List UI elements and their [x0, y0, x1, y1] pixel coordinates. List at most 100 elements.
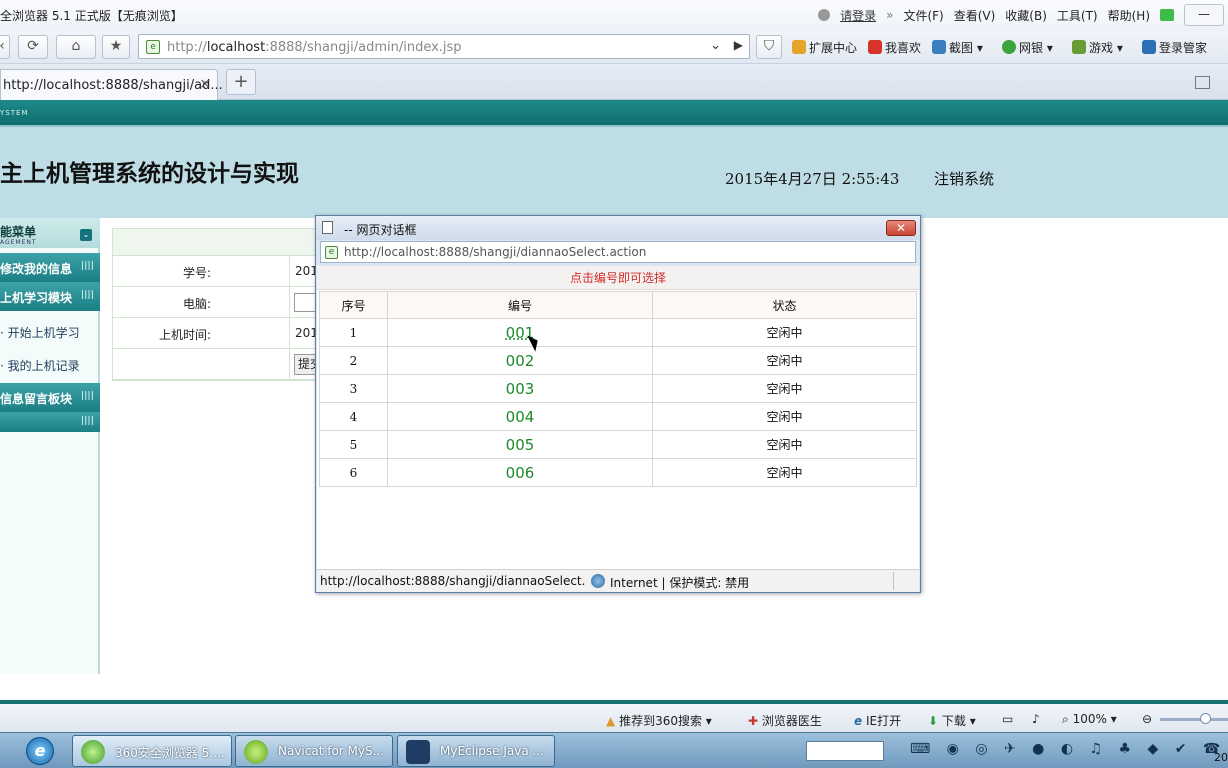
- navigation-bar: ‹ ⟳ ⌂ ★ e http://localhost:8888/shangji/…: [0, 30, 1228, 64]
- sidebar: 能菜单 AGEMENT ⌄ 修改我的信息 |||| 上机学习模块 |||| · …: [0, 218, 100, 674]
- favorite-star-button[interactable]: ★: [102, 35, 130, 59]
- zoom-slider[interactable]: [1160, 718, 1228, 721]
- sidebar-group-empty[interactable]: ||||: [0, 412, 100, 432]
- task-label: MyEclipse Java ...: [440, 744, 544, 758]
- ext-center-button[interactable]: 扩展中心: [792, 39, 857, 56]
- sidebar-group-label: 修改我的信息: [0, 262, 73, 276]
- sidebar-item-my-records[interactable]: · 我的上机记录: [0, 357, 80, 374]
- grip-icon: ||||: [80, 391, 94, 401]
- tab-close-icon[interactable]: ×: [199, 76, 211, 92]
- sidebar-subtitle: AGEMENT: [0, 239, 37, 246]
- computer-code-link[interactable]: 005: [387, 430, 653, 459]
- bank-icon: [1002, 40, 1016, 54]
- table-row: 5 005 空闲中: [319, 430, 917, 459]
- bank-button[interactable]: 网银 ▾: [1002, 39, 1053, 56]
- table-row: 1 001 空闲中: [319, 318, 917, 347]
- menu-view[interactable]: 查看(V): [954, 7, 996, 24]
- computer-code-link[interactable]: 002: [387, 346, 653, 375]
- address-bar[interactable]: e http://localhost:8888/shangji/admin/in…: [138, 34, 750, 59]
- sidebar-group-label: 上机学习模块: [0, 291, 73, 305]
- system-tray-icons[interactable]: ⌨ ◉ ◎ ✈ ● ◐ ♫ ♣ ◆ ✔ ☎ ▦ ◀: [910, 741, 1228, 757]
- computer-code-link[interactable]: 004: [387, 402, 653, 431]
- login-record-form: 学号: 201 电脑: 上机时间: 201 提交: [112, 228, 324, 381]
- medical-icon: ✚: [748, 714, 759, 728]
- computer-table: 序号 编号 状态 1 001 空闲中 2 002 空闲中 3 003 空闲中 4…: [319, 291, 917, 487]
- tab-admin-index[interactable]: http://localhost:8888/shangji/ad... ×: [0, 69, 223, 100]
- dialog-close-button[interactable]: ✕: [886, 220, 916, 236]
- thumbs-up-icon: ▲: [606, 714, 616, 728]
- menu-help[interactable]: 帮助(H): [1108, 7, 1150, 24]
- browser-title: 全浏览器 5.1 正式版【无痕浏览】: [0, 9, 183, 23]
- sidebar-group-edit-info[interactable]: 修改我的信息 ||||: [0, 253, 100, 282]
- row-status: 空闲中: [652, 402, 917, 431]
- row-status: 空闲中: [652, 346, 917, 375]
- column-header-index: 序号: [319, 291, 388, 319]
- ie-start-icon: e: [26, 737, 54, 765]
- browser-360-icon: [81, 740, 105, 764]
- taskbar-search-box[interactable]: [806, 741, 884, 761]
- games-button[interactable]: 游戏 ▾: [1072, 39, 1123, 56]
- computer-code-link[interactable]: 001: [387, 318, 653, 347]
- banner-divider: [0, 125, 1228, 127]
- menu-favorites[interactable]: 收藏(B): [1005, 7, 1047, 24]
- tab-strip: http://localhost:8888/shangji/ad... ×: [0, 64, 1228, 100]
- new-tab-button[interactable]: +: [226, 69, 256, 95]
- security-zone-label: Internet | 保护模式: 禁用: [610, 576, 750, 590]
- start-button[interactable]: e: [18, 735, 60, 767]
- go-arrow-icon[interactable]: ▶: [734, 38, 743, 52]
- skin-icon[interactable]: [1160, 9, 1174, 21]
- form-row-time: 上机时间: 201: [113, 318, 321, 349]
- ie-open-button[interactable]: e IE打开: [854, 712, 901, 729]
- table-row: 2 002 空闲中: [319, 346, 917, 375]
- form-row-submit: 提交: [113, 349, 324, 380]
- zoom-slider-handle[interactable]: [1200, 713, 1211, 724]
- address-dropdown-icon[interactable]: ⌄: [710, 38, 721, 53]
- sidebar-group-messages[interactable]: 信息留言板块 ||||: [0, 383, 100, 412]
- volume-icon[interactable]: ♪: [1032, 712, 1040, 726]
- window-mode-icon[interactable]: ▭: [1002, 712, 1013, 726]
- ie-icon: e: [854, 714, 863, 728]
- refresh-button[interactable]: ⟳: [18, 35, 48, 59]
- browser-menubar: 请登录 » 文件(F) 查看(V) 收藏(B) 工具(T) 帮助(H) —: [818, 0, 1228, 30]
- logout-link[interactable]: 注销系统: [934, 168, 994, 189]
- task-myeclipse[interactable]: MyEclipse Java ...: [397, 735, 555, 767]
- navicat-icon: [244, 740, 268, 764]
- login-manager-button[interactable]: 登录管家: [1142, 39, 1207, 56]
- back-button[interactable]: ‹: [0, 35, 10, 59]
- menu-file[interactable]: 文件(F): [903, 7, 943, 24]
- sidebar-group-study[interactable]: 上机学习模块 ||||: [0, 282, 100, 311]
- tab-label: http://localhost:8888/shangji/ad...: [3, 78, 223, 93]
- ie-page-icon: e: [325, 246, 338, 259]
- sidebar-item-start-study[interactable]: · 开始上机学习: [0, 324, 80, 341]
- zoom-button[interactable]: ⌕ 100% ▾: [1062, 712, 1117, 727]
- computer-code-link[interactable]: 003: [387, 374, 653, 403]
- dialog-title: -- 网页对话框: [344, 223, 417, 237]
- home-button[interactable]: ⌂: [56, 35, 96, 59]
- shield-button[interactable]: ⛉: [756, 35, 782, 59]
- task-label: Navicat for MyS...: [278, 744, 385, 758]
- menu-tools[interactable]: 工具(T): [1057, 7, 1098, 24]
- restore-window-icon[interactable]: [1195, 76, 1210, 89]
- taskbar-clock[interactable]: 20: [1214, 751, 1228, 764]
- row-index: 1: [319, 318, 388, 347]
- screenshot-button[interactable]: 截图 ▾: [932, 39, 983, 56]
- task-label: 360安全浏览器 5....: [115, 746, 225, 760]
- cube-icon: [792, 40, 806, 54]
- form-header: [113, 229, 321, 256]
- computer-code-link[interactable]: 006: [387, 458, 653, 487]
- login-link[interactable]: 请登录: [840, 7, 876, 24]
- task-navicat[interactable]: Navicat for MyS...: [235, 735, 393, 767]
- download-button[interactable]: ⬇ 下载 ▾: [928, 712, 976, 729]
- minimize-button[interactable]: —: [1184, 4, 1224, 26]
- browser-doctor-button[interactable]: ✚ 浏览器医生: [748, 712, 822, 729]
- zoom-out-icon[interactable]: ⊖: [1142, 712, 1152, 726]
- recommend-search-button[interactable]: ▲ 推荐到360搜索 ▾: [606, 712, 712, 729]
- like-button[interactable]: 我喜欢: [868, 39, 921, 56]
- banner-strip: YSTEM: [0, 100, 1228, 125]
- sidebar-toggle-icon[interactable]: ⌄: [80, 229, 92, 241]
- row-status: 空闲中: [652, 374, 917, 403]
- taskbar: e 360安全浏览器 5.... Navicat for MyS... MyEc…: [0, 732, 1228, 768]
- task-360-browser[interactable]: 360安全浏览器 5....: [72, 735, 232, 767]
- column-header-status: 状态: [652, 291, 917, 319]
- address-url[interactable]: http://localhost:8888/shangji/admin/inde…: [167, 40, 462, 55]
